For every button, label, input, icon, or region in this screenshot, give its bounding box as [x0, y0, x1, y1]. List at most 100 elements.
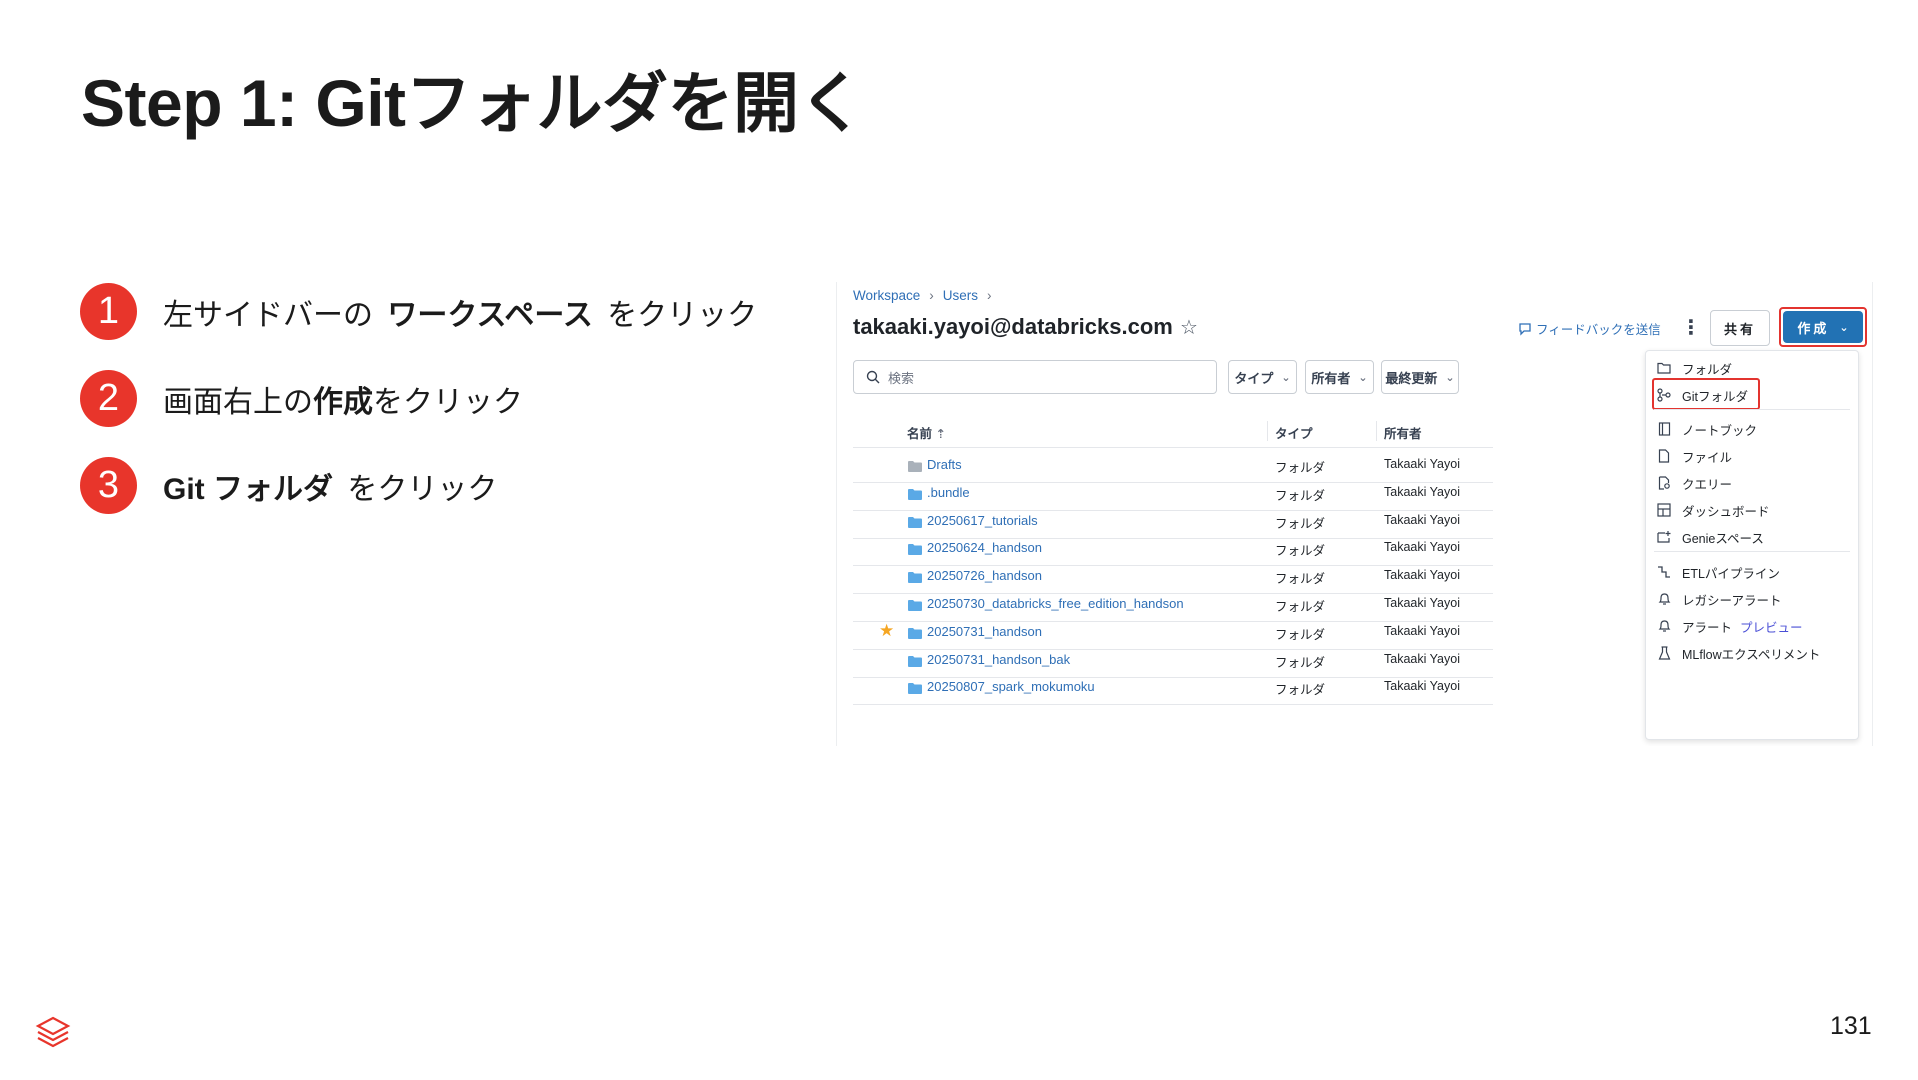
- star-outline-icon[interactable]: ☆: [1180, 315, 1198, 340]
- create-menu-item-1[interactable]: Gitフォルダ: [1646, 382, 1858, 408]
- row-type: フォルダ: [1275, 544, 1326, 559]
- create-button[interactable]: 作成 ⌄: [1783, 311, 1863, 343]
- row-name[interactable]: .bundle: [927, 485, 970, 500]
- create-menu-item-3[interactable]: ファイル: [1646, 443, 1858, 469]
- row-name[interactable]: 20250731_handson_bak: [927, 652, 1070, 667]
- breadcrumb-workspace[interactable]: Workspace: [853, 288, 920, 303]
- step-1-post: をクリック: [607, 298, 758, 332]
- folder-gray-icon: [908, 460, 922, 475]
- search-placeholder: 検索: [888, 370, 915, 386]
- chevron-down-icon: ⌄: [1358, 371, 1368, 384]
- row-name[interactable]: 20250624_handson: [927, 540, 1042, 555]
- bell-icon: [1656, 592, 1672, 606]
- preview-badge: プレビュー: [1740, 620, 1803, 635]
- create-menu-item-6[interactable]: Genieスペース: [1646, 524, 1858, 550]
- create-menu-item-0[interactable]: フォルダ: [1646, 355, 1858, 381]
- row-name[interactable]: 20250731_handson: [927, 624, 1042, 639]
- row-name[interactable]: Drafts: [927, 457, 962, 472]
- column-name[interactable]: 名前 ⇡: [907, 423, 946, 442]
- menu-item-label: ダッシュボード: [1682, 504, 1770, 519]
- share-button[interactable]: 共有: [1710, 310, 1770, 346]
- slide-title: Step 1: Gitフォルダを開く: [81, 66, 865, 140]
- step-1-pre: 左サイドバーの: [163, 298, 373, 332]
- create-menu-item-9[interactable]: アラート プレビュー: [1646, 613, 1858, 639]
- row-type: フォルダ: [1275, 516, 1326, 531]
- menu-item-label: アラート: [1682, 620, 1733, 635]
- breadcrumb-users[interactable]: Users: [943, 288, 978, 303]
- row-owner: Takaaki Yayoi: [1384, 623, 1460, 638]
- row-type: フォルダ: [1275, 655, 1326, 670]
- row-name[interactable]: 20250617_tutorials: [927, 513, 1038, 528]
- file-icon: [1656, 449, 1672, 463]
- chevron-down-icon: ⌄: [1839, 321, 1849, 334]
- row-name[interactable]: 20250807_spark_mokumoku: [927, 679, 1095, 694]
- chat-bubble-icon: [1519, 322, 1531, 336]
- search-input[interactable]: 検索: [853, 360, 1217, 394]
- menu-item-label: ETLパイプライン: [1682, 566, 1780, 581]
- row-type: フォルダ: [1275, 683, 1326, 698]
- databricks-logo-icon: [34, 1014, 72, 1057]
- folder-icon: [908, 516, 922, 531]
- genie-icon: [1656, 530, 1672, 544]
- step-text-1: 左サイドバーの ワークスペース をクリック: [163, 290, 757, 334]
- column-divider: [1267, 421, 1268, 441]
- row-owner: Takaaki Yayoi: [1384, 568, 1460, 583]
- filter-modified[interactable]: 最終更新 ⌄: [1381, 360, 1459, 394]
- row-type: フォルダ: [1275, 600, 1326, 614]
- filter-type[interactable]: タイプ ⌄: [1228, 360, 1297, 394]
- row-owner: Takaaki Yayoi: [1384, 596, 1460, 610]
- step-list: 1 左サイドバーの ワークスペース をクリック 2 画面右上の作成をクリック 3…: [80, 283, 757, 544]
- table-row[interactable]: 20250807_spark_mokumoku フォルダ Takaaki Yayoi: [853, 670, 1493, 706]
- feedback-link[interactable]: フィードバックを送信: [1518, 319, 1661, 338]
- row-name[interactable]: 20250726_handson: [927, 568, 1042, 583]
- row-owner: Takaaki Yayoi: [1384, 457, 1460, 471]
- step-text-2: 画面右上の作成をクリック: [163, 377, 523, 421]
- step-3: 3 Git フォルダ をクリック: [80, 457, 757, 514]
- chevron-down-icon: ⌄: [1281, 371, 1291, 384]
- query-icon: [1656, 476, 1672, 490]
- folder-icon: [908, 571, 922, 586]
- folder-icon: [908, 543, 922, 558]
- table-header: 名前 ⇡ タイプ 所有者: [853, 417, 1493, 448]
- create-menu-item-4[interactable]: クエリー: [1646, 470, 1858, 496]
- create-menu-item-5[interactable]: ダッシュボード: [1646, 497, 1858, 523]
- row-type: フォルダ: [1275, 461, 1326, 475]
- row-owner: Takaaki Yayoi: [1384, 512, 1460, 527]
- step-2: 2 画面右上の作成をクリック: [80, 370, 757, 427]
- kebab-menu-icon[interactable]: ⋮: [1681, 315, 1701, 340]
- step-number-2: 2: [80, 370, 137, 427]
- folder-icon: [908, 599, 922, 614]
- create-menu-item-2[interactable]: ノートブック: [1646, 416, 1858, 442]
- workspace-screenshot: Workspace › Users › takaaki.yayoi@databr…: [836, 282, 1873, 746]
- feedback-label: フィードバックを送信: [1536, 323, 1661, 337]
- page-title: takaaki.yayoi@databricks.com: [853, 314, 1173, 339]
- create-menu-item-8[interactable]: レガシーアラート: [1646, 586, 1858, 612]
- row-name[interactable]: 20250730_databricks_free_edition_handson: [927, 596, 1184, 611]
- star-filled-icon[interactable]: ★: [879, 621, 894, 641]
- filter-owner[interactable]: 所有者 ⌄: [1305, 360, 1374, 394]
- filter-modified-label: 最終更新: [1385, 370, 1438, 386]
- folder-outline-icon: [1656, 362, 1672, 374]
- step-3-bold: Git フォルダ: [163, 472, 333, 506]
- folder-icon: [908, 682, 922, 697]
- chevron-right-icon: ›: [929, 288, 934, 303]
- row-owner: Takaaki Yayoi: [1384, 651, 1460, 666]
- column-type[interactable]: タイプ: [1275, 423, 1313, 442]
- column-name-label: 名前: [907, 427, 933, 441]
- create-menu-item-10[interactable]: MLflowエクスペリメント: [1646, 640, 1858, 666]
- folder-icon: [908, 488, 922, 503]
- pipeline-icon: [1656, 565, 1672, 579]
- flask-icon: [1656, 646, 1672, 660]
- step-2-post: をクリック: [373, 385, 523, 419]
- step-number-3: 3: [80, 457, 137, 514]
- create-label: 作成: [1797, 320, 1830, 336]
- menu-item-label: Genieスペース: [1682, 531, 1764, 546]
- create-menu-item-7[interactable]: ETLパイプライン: [1646, 559, 1858, 585]
- row-type: フォルダ: [1275, 572, 1326, 587]
- menu-item-label: MLflowエクスペリメント: [1682, 647, 1821, 662]
- row-owner: Takaaki Yayoi: [1384, 540, 1460, 555]
- step-1-bold: ワークスペース: [387, 298, 593, 332]
- menu-divider: [1654, 551, 1850, 552]
- column-owner[interactable]: 所有者: [1384, 423, 1422, 442]
- step-1: 1 左サイドバーの ワークスペース をクリック: [80, 283, 757, 340]
